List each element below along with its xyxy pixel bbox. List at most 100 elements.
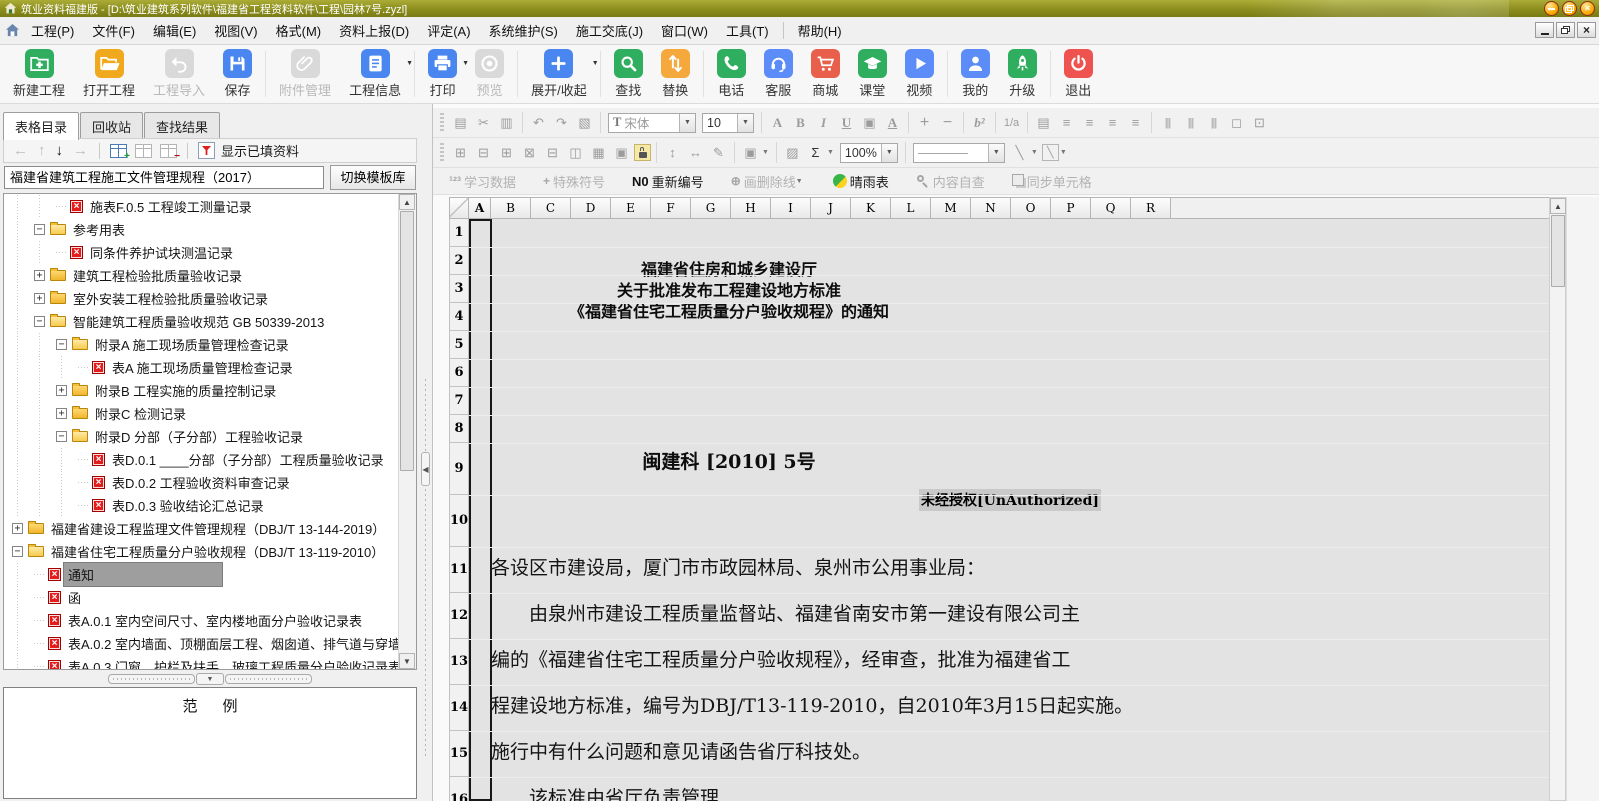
align-center-icon[interactable]: ≡ — [1079, 112, 1100, 133]
delete-row-icon[interactable]: ⊠ — [519, 142, 540, 163]
tree-item[interactable]: ×表D.0.1 ____分部（子分部）工程质量验收记录 — [4, 448, 416, 471]
new-project-button[interactable]: 新建工程 — [4, 49, 74, 99]
split-cell-icon[interactable]: ◫ — [565, 142, 586, 163]
print-button[interactable]: 打印▼ — [419, 49, 466, 99]
column-header-O[interactable]: O — [1011, 197, 1051, 219]
tree-item[interactable]: +福建省建设工程监理文件管理规程（DBJ/T 13-144-2019） — [4, 517, 416, 540]
row-header-8[interactable]: 8 — [449, 415, 469, 443]
expand-plus-icon[interactable]: + — [34, 293, 45, 304]
expand-minus-icon[interactable]: − — [56, 339, 67, 350]
column-header-G[interactable]: G — [691, 197, 731, 219]
tree-item[interactable]: +建筑工程检验批质量验收记录 — [4, 264, 416, 287]
mdi-restore-button[interactable] — [1556, 22, 1575, 38]
menu-item[interactable]: 视图(V) — [205, 17, 266, 44]
tree-item[interactable]: ×通知 — [4, 563, 416, 586]
row-header-9[interactable]: 9 — [449, 443, 469, 495]
dropdown-arrow-icon[interactable]: ▼ — [827, 149, 834, 156]
collapse-left-button[interactable]: ◀ — [421, 452, 430, 486]
align-right-icon[interactable]: ≡ — [1102, 112, 1123, 133]
font-color-icon[interactable]: A — [882, 112, 903, 133]
horizontal-splitter[interactable]: ▼ — [3, 673, 417, 685]
dropdown-arrow-icon[interactable]: ▼ — [737, 114, 753, 132]
menu-item[interactable]: 编辑(E) — [144, 17, 205, 44]
menu-item[interactable]: 系统维护(S) — [480, 17, 567, 44]
collapse-down-button[interactable]: ▼ — [196, 673, 224, 685]
dropdown-arrow-icon[interactable]: ▼ — [796, 178, 803, 185]
service-button[interactable]: 客服 — [755, 49, 802, 99]
scroll-thumb[interactable] — [1551, 215, 1565, 287]
renumber-button[interactable]: N0重新编号 — [632, 172, 704, 191]
tree-item[interactable]: ×表D.0.2 工程验收资料审查记录 — [4, 471, 416, 494]
open-project-button[interactable]: 打开工程 — [74, 49, 144, 99]
line-style-combo[interactable]: ————▼ — [913, 143, 1005, 163]
dropdown-arrow-icon[interactable]: ▼ — [988, 144, 1004, 162]
insert-image-icon[interactable]: ▣ — [740, 142, 761, 163]
forward-icon[interactable]: → — [73, 142, 88, 159]
autosum-icon[interactable]: Σ — [805, 142, 826, 163]
column-header-I[interactable]: I — [771, 197, 811, 219]
strike-line-button[interactable]: ⊕画删除线▼ — [731, 172, 806, 191]
cut-icon[interactable]: ✂ — [473, 112, 494, 133]
menu-item[interactable]: 工具(T) — [717, 17, 778, 44]
tree-item[interactable]: −附录A 施工现场质量管理检查记录 — [4, 333, 416, 356]
learn-data-button[interactable]: ¹²³学习数据 — [449, 172, 516, 191]
column-header-A[interactable]: A — [469, 197, 491, 219]
menu-item[interactable]: 格式(M) — [267, 17, 331, 44]
up-icon[interactable]: ↑ — [38, 142, 46, 159]
column-header-H[interactable]: H — [731, 197, 771, 219]
row-header-2[interactable]: 2 — [449, 247, 469, 275]
align-left-icon[interactable]: ≡ — [1056, 112, 1077, 133]
expand-plus-icon[interactable]: + — [34, 270, 45, 281]
merge-cell-icon[interactable]: ▦ — [588, 142, 609, 163]
grow-font-icon[interactable]: + — [914, 112, 935, 133]
add-table-icon[interactable]: + — [110, 144, 127, 158]
clear-format-icon[interactable]: ▧ — [574, 112, 595, 133]
attachments-button[interactable]: 附件管理 — [270, 49, 340, 99]
mine-button[interactable]: 我的 — [952, 49, 999, 99]
splitter-grip[interactable] — [225, 674, 312, 684]
back-icon[interactable]: ← — [13, 142, 28, 159]
shrink-font-icon[interactable]: − — [937, 112, 958, 133]
row-header-5[interactable]: 5 — [449, 331, 469, 359]
row-header-1[interactable]: 1 — [449, 219, 469, 247]
minimize-button[interactable] — [1544, 1, 1559, 16]
classroom-button[interactable]: 课堂 — [849, 49, 896, 99]
weather-table-button[interactable]: 晴雨表 — [833, 172, 889, 191]
lock-icon[interactable] — [634, 144, 651, 161]
diagonal-line-icon[interactable]: ╲ — [1009, 142, 1030, 163]
copy-table-icon[interactable] — [135, 144, 152, 158]
filter-icon[interactable] — [198, 142, 215, 159]
vertical-splitter[interactable]: ◀ — [420, 104, 432, 801]
column-header-B[interactable]: B — [491, 197, 531, 219]
dropdown-arrow-icon[interactable]: ▼ — [1031, 149, 1038, 156]
valign-middle-icon[interactable]: ||| — [1180, 112, 1201, 133]
col-width-icon[interactable]: ↔ — [685, 142, 706, 163]
sidebar-tab[interactable]: 表格目录 — [3, 112, 79, 140]
grid-corner-cell[interactable] — [449, 197, 469, 219]
scroll-thumb[interactable] — [400, 211, 414, 471]
tree-item[interactable]: ×表D.0.3 验收结论汇总记录 — [4, 494, 416, 517]
dropdown-arrow-icon[interactable]: ▼ — [1060, 149, 1067, 156]
column-header-E[interactable]: E — [611, 197, 651, 219]
switch-template-button[interactable]: 切换模板库 — [330, 165, 416, 190]
row-header-13[interactable]: 13 — [449, 639, 469, 685]
insert-row-icon[interactable]: ⊞ — [496, 142, 517, 163]
row-header-4[interactable]: 4 — [449, 303, 469, 331]
document-page[interactable]: 福建省住房和城乡建设厅关于批准发布工程建设地方标准《福建省住宅工程质量分户验收规… — [469, 219, 1549, 801]
dropdown-arrow-icon[interactable]: ▼ — [881, 144, 897, 162]
special-symbols-button[interactable]: +特殊符号 — [543, 172, 605, 191]
column-header-P[interactable]: P — [1051, 197, 1091, 219]
content-check-button[interactable]: 内容自查 — [916, 172, 985, 191]
column-header-R[interactable]: R — [1131, 197, 1171, 219]
valign-bottom-icon[interactable]: ||| — [1203, 112, 1224, 133]
column-header-K[interactable]: K — [851, 197, 891, 219]
close-button[interactable]: × — [1580, 1, 1595, 16]
tree-item[interactable]: ×表A.0.2 室内墙面、顶棚面层工程、烟囱道、排气道与穿墙 — [4, 632, 416, 655]
document-scrollbar[interactable]: ▲ — [1549, 197, 1566, 801]
scroll-up-button[interactable]: ▲ — [399, 194, 415, 210]
expand-minus-icon[interactable]: − — [12, 546, 23, 557]
tree-item[interactable]: −福建省住宅工程质量分户验收规程（DBJ/T 13-119-2010） — [4, 540, 416, 563]
menu-item[interactable]: 评定(A) — [418, 17, 479, 44]
column-header-L[interactable]: L — [891, 197, 931, 219]
superscript-icon[interactable]: b² — [969, 112, 990, 133]
